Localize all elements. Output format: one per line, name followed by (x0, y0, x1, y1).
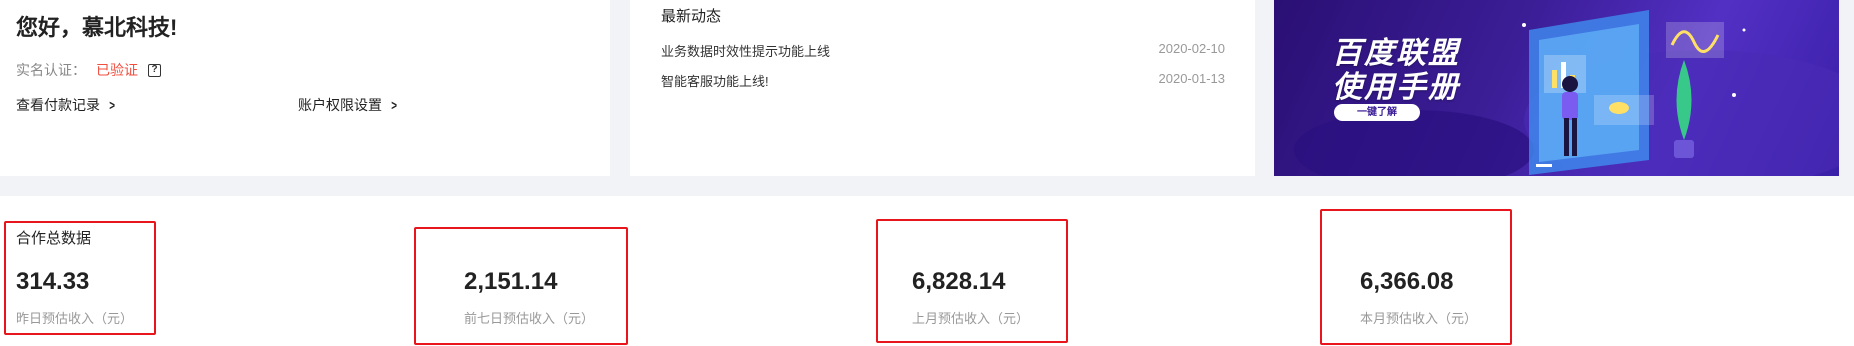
verification-row: 实名认证： 已验证 ? (16, 60, 161, 80)
welcome-card: 您好，慕北科技! 实名认证： 已验证 ? 查看付款记录 > 账户权限设置 > (0, 0, 610, 176)
news-item-text: 智能客服功能上线! (661, 74, 769, 89)
stat-value: 2,151.14 (464, 268, 558, 295)
news-item-date: 2020-02-10 (1158, 41, 1226, 56)
stat-yesterday: 314.33 昨日预估收入（元） (16, 268, 133, 327)
news-card: 最新动态 业务数据时效性提示功能上线 2020-02-10 智能客服功能上线! … (630, 0, 1255, 176)
banner-title-line2: 使用手册 (1332, 71, 1460, 104)
news-item[interactable]: 智能客服功能上线! 2020-01-13 (661, 71, 1225, 90)
payment-records-label: 查看付款记录 (16, 97, 100, 113)
help-icon[interactable]: ? (148, 63, 161, 77)
news-item-date: 2020-01-13 (1158, 71, 1226, 86)
stat-value: 6,828.14 (912, 268, 1006, 295)
stat-value: 314.33 (16, 268, 90, 295)
stat-last-month: 6,828.14 上月预估收入（元） (912, 268, 1029, 327)
banner-dot[interactable] (1536, 164, 1552, 167)
chevron-right-icon: > (391, 97, 397, 113)
account-permissions-link[interactable]: 账户权限设置 > (298, 95, 398, 115)
chevron-right-icon: > (109, 97, 115, 113)
verification-status: 已验证 (96, 62, 138, 78)
news-item[interactable]: 业务数据时效性提示功能上线 2020-02-10 (661, 41, 1225, 60)
stat-value: 6,366.08 (1360, 268, 1454, 295)
payment-records-link[interactable]: 查看付款记录 > (16, 95, 116, 115)
stat-this-month: 6,366.08 本月预估收入（元） (1360, 268, 1477, 327)
banner-pagination (1536, 164, 1552, 167)
promo-banner[interactable]: 百度联盟 使用手册 一键了解 (1274, 0, 1839, 176)
stat-label: 上月预估收入（元） (912, 311, 1030, 326)
stats-section-title: 合作总数据 (16, 230, 92, 247)
banner-learn-more-button[interactable]: 一键了解 (1334, 104, 1420, 121)
news-title: 最新动态 (661, 8, 722, 25)
stats-card: 合作总数据 314.33 昨日预估收入（元） 2,151.14 前七日预估收入（… (0, 196, 1854, 346)
stat-label: 昨日预估收入（元） (16, 311, 134, 326)
account-permissions-label: 账户权限设置 (298, 97, 382, 113)
stat-label: 本月预估收入（元） (1360, 311, 1478, 326)
stat-last-7-days: 2,151.14 前七日预估收入（元） (464, 268, 594, 327)
news-item-text: 业务数据时效性提示功能上线 (661, 44, 831, 59)
stat-label: 前七日预估收入（元） (464, 311, 595, 326)
greeting-title: 您好，慕北科技! (16, 15, 178, 40)
verification-label: 实名认证： (16, 62, 86, 78)
